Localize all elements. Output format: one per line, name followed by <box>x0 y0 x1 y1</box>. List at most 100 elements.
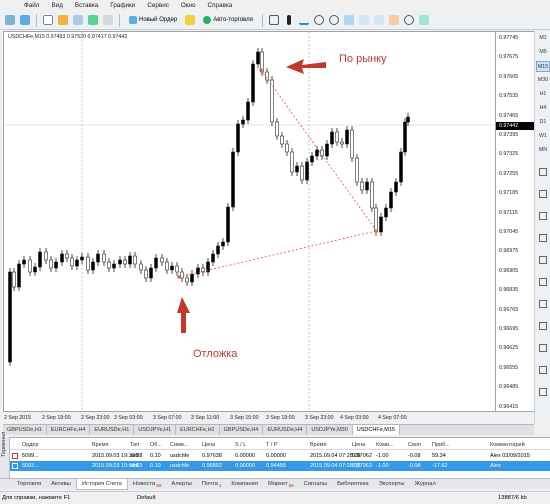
label-icon[interactable] <box>536 321 550 332</box>
column-header[interactable]: Цена <box>202 440 215 450</box>
candle-body <box>370 181 374 209</box>
timeframe-h1[interactable]: H1 <box>536 89 550 100</box>
line-chart-icon[interactable] <box>298 13 310 27</box>
price-tick-label: 0.97255 <box>499 170 519 177</box>
candle-body <box>310 155 314 163</box>
terminal-tab[interactable]: Компания <box>226 479 263 490</box>
terminal-tab[interactable]: Почта1 <box>197 479 227 490</box>
vertical-line-icon[interactable] <box>536 189 550 200</box>
history-row[interactable]: 5093... 2015.09.03 10:08:03 sell 0.10 usdchf… <box>10 461 550 471</box>
menu-item[interactable]: Вставка <box>69 2 104 9</box>
column-header[interactable]: Цена <box>352 440 365 450</box>
timeframe-mn[interactable]: MN <box>536 145 550 156</box>
periods-icon[interactable] <box>403 13 415 27</box>
tester-icon[interactable] <box>102 13 114 27</box>
column-header[interactable]: Приб... <box>432 440 450 450</box>
timeframe-m1[interactable]: M1 <box>536 33 550 44</box>
menu-item[interactable]: Вид <box>45 2 68 9</box>
terminal-tab[interactable]: Алерты <box>166 479 196 490</box>
horizontal-line-icon[interactable] <box>536 211 550 222</box>
menu-item[interactable]: Справка <box>202 2 239 9</box>
terminal-tab[interactable]: Новости99 <box>128 479 166 490</box>
price-tick-label: 0.97465 <box>499 112 519 119</box>
trendline-icon[interactable] <box>536 233 550 244</box>
chart-tab[interactable]: GBPUSDe,H1 <box>3 425 47 435</box>
metaeditor-icon[interactable] <box>184 13 196 27</box>
arrows-icon[interactable] <box>536 343 550 354</box>
navigator-icon[interactable] <box>72 13 84 27</box>
menu-item[interactable]: Окно <box>175 2 202 9</box>
candle-body <box>226 206 230 243</box>
history-row[interactable]: 5099... 2015.09.03 19:30:38 sell 0.10 usdchf… <box>10 451 550 461</box>
market-watch-icon[interactable] <box>42 13 54 27</box>
column-header[interactable]: Тип <box>130 440 139 450</box>
tile-windows-icon[interactable] <box>343 13 355 27</box>
zoom-out-icon[interactable] <box>328 13 340 27</box>
indicators-icon[interactable] <box>388 13 400 27</box>
terminal-icon[interactable] <box>87 13 99 27</box>
candle-body <box>54 261 58 269</box>
terminal-tab[interactable]: Активы <box>46 479 76 490</box>
candle-body <box>231 151 235 208</box>
column-header[interactable]: T / P <box>266 440 278 450</box>
column-header[interactable]: Ордер <box>22 440 39 450</box>
column-header[interactable]: Комментарий <box>490 440 525 450</box>
chart-tab[interactable]: EURUSDe,H1 <box>90 425 135 435</box>
tab-badge: 1 <box>218 482 222 488</box>
terminal-tab[interactable]: Маркет58 <box>263 479 299 490</box>
zoom-in-icon[interactable] <box>313 13 325 27</box>
candle-body <box>112 263 116 269</box>
bar-chart-icon[interactable] <box>268 13 280 27</box>
timeframe-w1[interactable]: W1 <box>536 131 550 142</box>
terminal-tab[interactable]: История Счета <box>75 478 128 490</box>
text-icon[interactable] <box>536 299 550 310</box>
chart-tab[interactable]: USDJPYe,M30 <box>307 425 353 435</box>
scroll-up-icon[interactable] <box>536 365 550 376</box>
terminal-tab[interactable]: Библиотека <box>332 479 374 490</box>
chart-shift-icon[interactable] <box>373 13 385 27</box>
chart-tab[interactable]: USDCHFe,M15 <box>352 425 400 435</box>
column-header[interactable]: Время <box>92 440 109 450</box>
current-price-label: 0.97442 <box>496 122 534 130</box>
fibonacci-icon[interactable] <box>536 277 550 288</box>
column-header[interactable]: S / L <box>235 440 246 450</box>
terminal-tab[interactable]: Эксперты <box>374 479 410 490</box>
column-header[interactable]: Симв... <box>170 440 188 450</box>
price-chart[interactable]: USDCHFe,M15 0.97493 0.97520 0.97417 0.97… <box>3 31 496 412</box>
column-header[interactable]: Своп <box>408 440 421 450</box>
candle-body <box>340 141 344 145</box>
autoscroll-icon[interactable] <box>358 13 370 27</box>
candlestick-icon[interactable] <box>283 13 295 27</box>
scroll-down-icon[interactable] <box>536 387 550 398</box>
table-cell: -1.00 <box>376 453 389 459</box>
menu-item[interactable]: Графики <box>104 2 141 9</box>
column-header[interactable]: Об... <box>150 440 162 450</box>
column-header[interactable]: Коми... <box>376 440 394 450</box>
market-arrow-icon <box>286 59 326 74</box>
chart-tab[interactable]: USDJPYe,H1 <box>134 425 177 435</box>
menu-item[interactable]: Сервис <box>141 2 175 9</box>
channel-icon[interactable] <box>536 255 550 266</box>
terminal-tabs: Торговля Активы История Счета Новости99 Алер… <box>0 478 550 490</box>
terminal-tab[interactable]: Торговля <box>12 479 46 490</box>
terminal-tab[interactable]: Журнал <box>410 479 441 490</box>
profiles-icon[interactable] <box>19 13 31 27</box>
crosshair-icon[interactable] <box>536 167 550 178</box>
chart-tab[interactable]: EURCHFe,H4 <box>47 425 91 435</box>
terminal-tab[interactable]: Сигналы <box>299 479 333 490</box>
timeframe-m5[interactable]: M5 <box>536 47 550 58</box>
templates-icon[interactable] <box>418 13 430 27</box>
menu-item[interactable]: Файл <box>18 2 45 9</box>
column-header[interactable]: Время <box>310 440 327 450</box>
timeframe-m30[interactable]: M30 <box>536 75 550 86</box>
timeframe-d1[interactable]: D1 <box>536 117 550 128</box>
timeframe-h4[interactable]: H4 <box>536 103 550 114</box>
autotrade-button[interactable]: Авто-торговля <box>199 13 257 27</box>
new-chart-icon[interactable] <box>4 13 16 27</box>
data-window-icon[interactable] <box>57 13 69 27</box>
chart-tab[interactable]: EURCHFe,H1 <box>176 425 220 435</box>
new-order-button[interactable]: Новый Ордер <box>125 13 181 27</box>
timeframe-m15[interactable]: M15 <box>536 61 550 72</box>
chart-tab[interactable]: GBPUSDe,H4 <box>220 425 264 435</box>
chart-tab[interactable]: EURUSDe,H4 <box>263 425 308 435</box>
